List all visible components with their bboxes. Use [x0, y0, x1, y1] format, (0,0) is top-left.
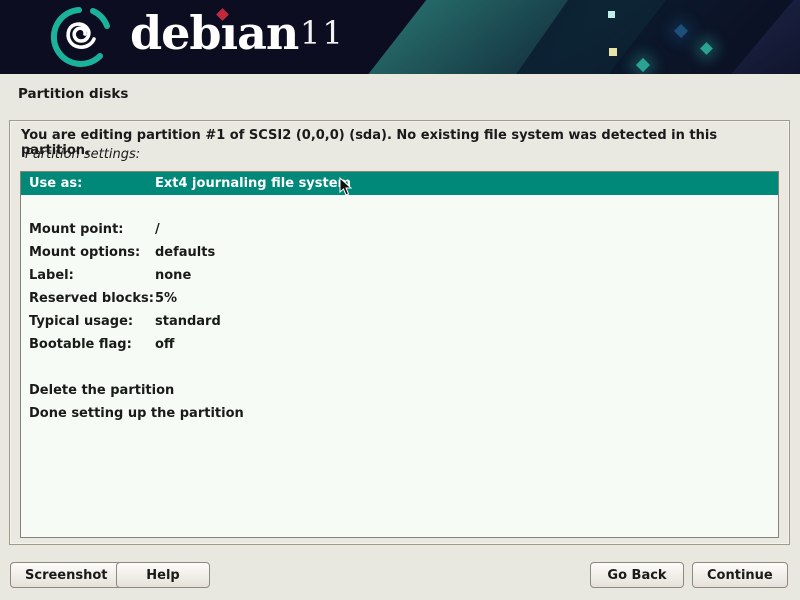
continue-button[interactable]: Continue [692, 562, 788, 588]
banner: debıan 11 [0, 0, 800, 74]
settings-row[interactable]: Bootable flag:off [21, 333, 778, 356]
settings-row-value: / [155, 218, 160, 241]
settings-row[interactable]: Delete the partition [21, 379, 778, 402]
settings-row-value: defaults [155, 241, 215, 264]
banner-pixel-square [608, 11, 615, 18]
settings-row[interactable]: Reserved blocks:5% [21, 287, 778, 310]
settings-row-label [21, 195, 155, 218]
settings-row-value: off [155, 333, 174, 356]
settings-row-blank [21, 356, 778, 379]
mouse-cursor-icon [339, 177, 355, 201]
settings-row[interactable]: Mount options:defaults [21, 241, 778, 264]
settings-row[interactable]: Mount point:/ [21, 218, 778, 241]
partition-settings-list[interactable]: Use as:Ext4 journaling file systemMount … [20, 171, 779, 538]
settings-row[interactable]: Typical usage:standard [21, 310, 778, 333]
settings-row-value: none [155, 264, 191, 287]
settings-row-label: Delete the partition [21, 379, 155, 402]
help-button[interactable]: Help [116, 562, 210, 588]
banner-pixel-square [609, 48, 617, 56]
debian-version: 11 [300, 14, 345, 52]
settings-row[interactable]: Label:none [21, 264, 778, 287]
settings-row-label: Reserved blocks: [21, 287, 155, 310]
settings-row[interactable]: Use as:Ext4 journaling file system [21, 172, 778, 195]
go-back-button[interactable]: Go Back [590, 562, 684, 588]
settings-row-label: Done setting up the partition [21, 402, 155, 425]
debian-swirl-logo-icon [38, 2, 124, 72]
settings-row-value: Ext4 journaling file system [155, 172, 351, 195]
settings-row-label: Bootable flag: [21, 333, 155, 356]
screenshot-button[interactable]: Screenshot [10, 562, 123, 588]
page-title: Partition disks [18, 86, 128, 102]
settings-row[interactable]: Done setting up the partition [21, 402, 778, 425]
partition-info-box: You are editing partition #1 of SCSI2 (0… [9, 120, 790, 545]
settings-row-label: Use as: [21, 172, 155, 195]
settings-row-label: Typical usage: [21, 310, 155, 333]
settings-row-value: standard [155, 310, 221, 333]
debian-wordmark: debıan [130, 6, 298, 60]
settings-row-blank [21, 195, 778, 218]
info-subtitle: Partition settings: [25, 147, 140, 162]
settings-row-label: Mount point: [21, 218, 155, 241]
button-bar: Screenshot Help Go Back Continue [0, 560, 800, 590]
settings-row-label: Label: [21, 264, 155, 287]
settings-row-label [21, 356, 155, 379]
settings-row-label: Mount options: [21, 241, 155, 264]
settings-row-value: 5% [155, 287, 177, 310]
